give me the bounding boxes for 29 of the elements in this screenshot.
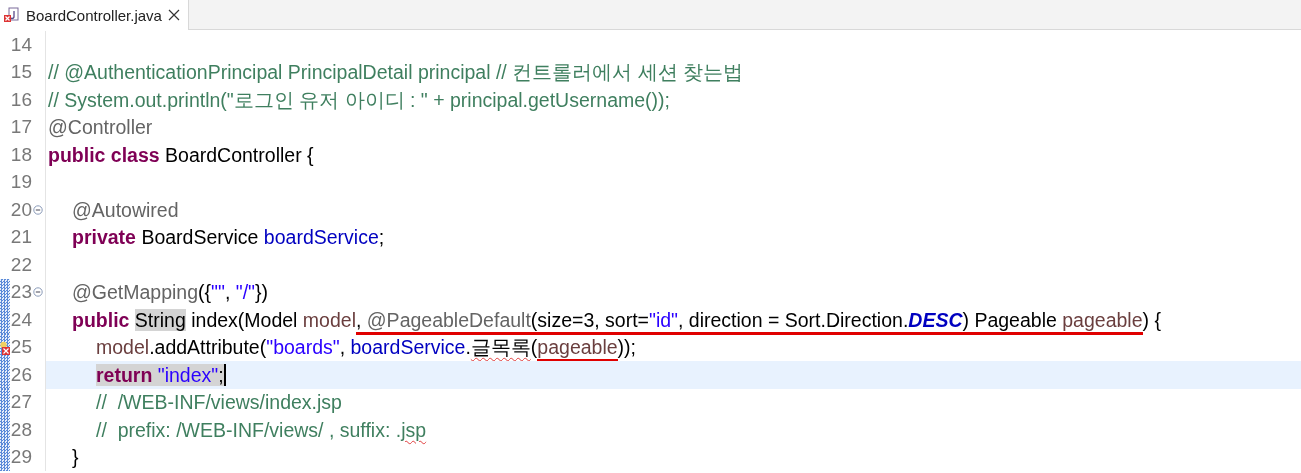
line-number: 15 [10, 61, 32, 84]
line-number: 22 [10, 253, 32, 276]
line-number: 24 [10, 308, 32, 331]
code-line: // /WEB-INF/views/index.jsp [95, 390, 342, 415]
code-line: } [71, 445, 79, 470]
line-number: 26 [10, 363, 32, 386]
line-number: 17 [10, 116, 32, 139]
editor-tab[interactable]: BoardController.java [0, 0, 189, 30]
code-line: // prefix: /WEB-INF/views/ , suffix: .jsp [95, 417, 427, 442]
code-line: return "index"; [95, 362, 224, 387]
code-line: @Autowired [71, 197, 179, 222]
code-line: private BoardService boardService; [71, 225, 385, 250]
line-number: 20 [10, 198, 32, 221]
line-number: 21 [10, 226, 32, 249]
code-line: @Controller [48, 115, 153, 140]
line-number: 25 [10, 336, 32, 359]
line-number: 29 [10, 446, 32, 469]
line-number: 23 [10, 281, 32, 304]
code-line: public String index(Model model, @PageableDefault(size=3, sort="id", direction = Sort.Direction.DESC) Pageable pageable) { [48, 307, 1161, 332]
line-number: 28 [10, 418, 32, 441]
code-line: @GetMapping({"", "/"}) [71, 280, 269, 305]
code-line: // System.out.println("로그인 유저 아이디 : " + principal.getUsername()); [48, 87, 670, 112]
line-number: 16 [10, 88, 32, 111]
line-number: 18 [10, 143, 32, 166]
code-line: // @AuthenticationPrincipal PrincipalDetail principal // 컨트롤러에서 세션 찾는법 [48, 60, 744, 85]
line-number: 27 [10, 391, 32, 414]
code-line: public class BoardController { [48, 142, 314, 167]
line-number: 19 [10, 171, 32, 194]
line-number: 14 [10, 33, 32, 56]
